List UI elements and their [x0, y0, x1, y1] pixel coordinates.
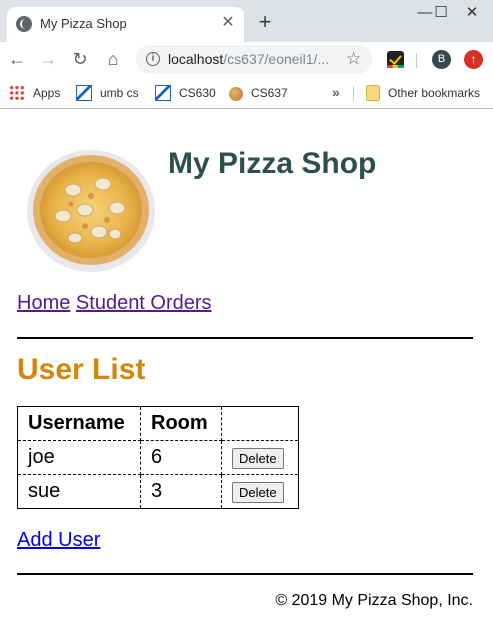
- bookmarks-bar: Apps umb cs CS630 CS637 » Other bookmark…: [0, 77, 493, 109]
- action-cell: Delete: [221, 474, 299, 509]
- delete-button[interactable]: Delete: [232, 448, 284, 469]
- other-bookmarks-label: Other bookmarks: [388, 86, 481, 100]
- forward-arrow-icon[interactable]: →: [36, 47, 60, 71]
- url-host: localhost: [168, 51, 224, 67]
- column-header-actions: [221, 406, 299, 441]
- site-nav: Home Student Orders: [17, 292, 212, 315]
- username-cell: sue: [17, 474, 141, 509]
- close-window-button[interactable]: ✕: [457, 3, 487, 23]
- globe-icon: [16, 16, 32, 32]
- tab-close-icon[interactable]: ✕: [219, 14, 237, 32]
- bookmark-cs630[interactable]: CS630: [155, 84, 216, 102]
- extension-check-icon[interactable]: [387, 51, 404, 68]
- bookmarks-overflow-icon[interactable]: »: [332, 84, 340, 100]
- bookmark-label: CS630: [179, 86, 216, 100]
- bookmark-label: CS637: [251, 86, 288, 100]
- table-header-row: Username Room: [17, 406, 299, 441]
- nav-student-orders-link[interactable]: Student Orders: [76, 292, 212, 314]
- new-tab-button[interactable]: +: [255, 11, 275, 33]
- top-divider: [17, 337, 473, 339]
- toolbar-divider: [416, 53, 417, 68]
- bookmarks-divider: [353, 86, 354, 101]
- table-row: joe 6 Delete: [17, 440, 299, 475]
- umb-logo-icon: [155, 85, 171, 101]
- column-header-username: Username: [17, 406, 141, 441]
- user-table: Username Room joe 6 Delete sue 3 Delete: [17, 406, 299, 509]
- footer-copyright: © 2019 My Pizza Shop, Inc.: [275, 592, 473, 609]
- pizza-logo: [27, 150, 155, 272]
- tab-strip: My Pizza Shop ✕ + — ☐ ✕: [0, 0, 493, 42]
- info-icon[interactable]: i: [146, 52, 160, 66]
- section-title: User List: [17, 353, 146, 386]
- bookmark-label: Apps: [33, 86, 61, 100]
- action-cell: Delete: [221, 440, 299, 475]
- delete-button[interactable]: Delete: [232, 482, 284, 503]
- browser-toolbar: ← → ↻ ⌂ i localhost/cs637/eoneil1/... ☆ …: [0, 42, 493, 77]
- cookie-icon: [229, 87, 243, 101]
- bookmark-apps[interactable]: Apps: [9, 84, 60, 102]
- update-arrow-icon[interactable]: ↑: [464, 50, 483, 69]
- bottom-divider: [17, 573, 473, 575]
- nav-home-link[interactable]: Home: [17, 292, 70, 314]
- bookmark-cs637[interactable]: CS637: [229, 84, 288, 102]
- umb-logo-icon: [76, 85, 92, 101]
- bookmark-umb-cs[interactable]: umb cs: [76, 84, 139, 102]
- star-icon[interactable]: ☆: [346, 49, 361, 69]
- other-bookmarks[interactable]: Other bookmarks: [366, 84, 480, 102]
- url-text[interactable]: localhost/cs637/eoneil1/...: [168, 51, 338, 67]
- folder-icon: [366, 85, 380, 101]
- tab-title: My Pizza Shop: [40, 16, 127, 31]
- add-user-link[interactable]: Add User: [17, 529, 100, 552]
- username-cell: joe: [17, 440, 141, 475]
- site-title: My Pizza Shop: [168, 147, 377, 180]
- room-cell: 3: [140, 474, 222, 509]
- reload-icon[interactable]: ↻: [68, 47, 92, 71]
- back-arrow-icon[interactable]: ←: [5, 47, 29, 71]
- browser-tab[interactable]: My Pizza Shop ✕: [7, 7, 244, 42]
- url-path: /cs637/eoneil1/...: [223, 51, 330, 67]
- page-content: My Pizza Shop Home Student Orders User L…: [0, 110, 493, 644]
- home-icon[interactable]: ⌂: [101, 47, 125, 71]
- apps-grid-icon: [9, 85, 25, 101]
- address-bar[interactable]: i localhost/cs637/eoneil1/... ☆: [136, 45, 372, 74]
- table-row: sue 3 Delete: [17, 474, 299, 509]
- profile-avatar[interactable]: B: [432, 50, 451, 69]
- maximize-button[interactable]: ☐: [426, 3, 456, 23]
- bookmark-label: umb cs: [100, 86, 139, 100]
- room-cell: 6: [140, 440, 222, 475]
- column-header-room: Room: [140, 406, 222, 441]
